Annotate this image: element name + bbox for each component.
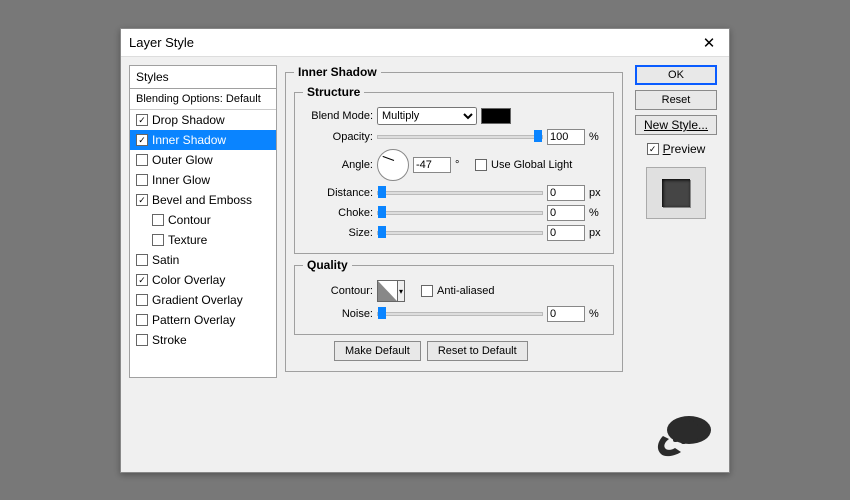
style-label: Drop Shadow — [152, 113, 225, 127]
blend-mode-select[interactable]: Multiply — [377, 107, 477, 125]
style-item-bevel-and-emboss[interactable]: Bevel and Emboss — [130, 190, 276, 210]
style-item-outer-glow[interactable]: Outer Glow — [130, 150, 276, 170]
reset-button[interactable]: Reset — [635, 90, 717, 110]
style-checkbox[interactable] — [152, 234, 164, 246]
style-item-satin[interactable]: Satin — [130, 250, 276, 270]
style-label: Color Overlay — [152, 273, 225, 287]
style-checkbox[interactable] — [136, 194, 148, 206]
noise-slider[interactable] — [377, 312, 543, 316]
style-item-pattern-overlay[interactable]: Pattern Overlay — [130, 310, 276, 330]
style-label: Outer Glow — [152, 153, 213, 167]
antialiased-label: Anti-aliased — [437, 285, 494, 297]
style-label: Gradient Overlay — [152, 293, 243, 307]
style-label: Bevel and Emboss — [152, 193, 252, 207]
style-item-texture[interactable]: Texture — [130, 230, 276, 250]
preview-label: Preview — [663, 142, 706, 156]
style-checkbox[interactable] — [136, 174, 148, 186]
chevron-down-icon[interactable]: ▾ — [397, 281, 404, 301]
angle-dial[interactable] — [377, 149, 409, 181]
shadow-color-swatch[interactable] — [481, 108, 511, 124]
contour-picker[interactable]: ▾ — [377, 280, 405, 302]
structure-title: Structure — [303, 85, 364, 99]
style-label: Inner Shadow — [152, 133, 226, 147]
style-checkbox[interactable] — [136, 334, 148, 346]
opacity-unit: % — [589, 131, 605, 143]
right-panel: OK Reset New Style... Preview — [631, 65, 721, 378]
noise-label: Noise: — [303, 308, 373, 320]
preview-checkbox[interactable] — [647, 143, 659, 155]
style-label: Inner Glow — [152, 173, 210, 187]
choke-input[interactable] — [547, 205, 585, 221]
distance-unit: px — [589, 187, 605, 199]
distance-input[interactable] — [547, 185, 585, 201]
choke-slider[interactable] — [377, 211, 543, 215]
quality-title: Quality — [303, 258, 352, 272]
new-style-button[interactable]: New Style... — [635, 115, 717, 135]
style-item-inner-glow[interactable]: Inner Glow — [130, 170, 276, 190]
style-checkbox[interactable] — [136, 294, 148, 306]
opacity-input[interactable] — [547, 129, 585, 145]
structure-group: Structure Blend Mode: Multiply Opacity: … — [294, 85, 614, 254]
choke-unit: % — [589, 207, 605, 219]
preview-thumbnail — [646, 167, 706, 219]
settings-panel: Inner Shadow Structure Blend Mode: Multi… — [285, 65, 623, 378]
style-checkbox[interactable] — [136, 114, 148, 126]
noise-unit: % — [589, 308, 605, 320]
style-checkbox[interactable] — [152, 214, 164, 226]
size-input[interactable] — [547, 225, 585, 241]
angle-input[interactable] — [413, 157, 451, 173]
use-global-light-checkbox[interactable] — [475, 159, 487, 171]
use-global-light-label: Use Global Light — [491, 159, 572, 171]
angle-unit: ° — [455, 159, 471, 171]
style-label: Contour — [168, 213, 211, 227]
close-icon[interactable]: ✕ — [697, 31, 721, 55]
choke-label: Choke: — [303, 207, 373, 219]
contour-label: Contour: — [303, 285, 373, 297]
watermark-logo — [645, 408, 717, 462]
inner-shadow-group: Inner Shadow Structure Blend Mode: Multi… — [285, 65, 623, 372]
noise-input[interactable] — [547, 306, 585, 322]
style-label: Satin — [152, 253, 179, 267]
make-default-button[interactable]: Make Default — [334, 341, 421, 361]
style-label: Stroke — [152, 333, 187, 347]
size-slider[interactable] — [377, 231, 543, 235]
blend-mode-label: Blend Mode: — [303, 110, 373, 122]
dialog-title: Layer Style — [129, 35, 194, 50]
antialiased-checkbox[interactable] — [421, 285, 433, 297]
styles-header[interactable]: Styles — [130, 66, 276, 89]
style-checkbox[interactable] — [136, 154, 148, 166]
distance-slider[interactable] — [377, 191, 543, 195]
reset-to-default-button[interactable]: Reset to Default — [427, 341, 528, 361]
size-label: Size: — [303, 227, 373, 239]
angle-label: Angle: — [303, 159, 373, 171]
opacity-label: Opacity: — [303, 131, 373, 143]
style-item-contour[interactable]: Contour — [130, 210, 276, 230]
style-checkbox[interactable] — [136, 254, 148, 266]
layer-style-dialog: Layer Style ✕ Styles Blending Options: D… — [120, 28, 730, 473]
style-item-color-overlay[interactable]: Color Overlay — [130, 270, 276, 290]
style-label: Pattern Overlay — [152, 313, 235, 327]
style-checkbox[interactable] — [136, 314, 148, 326]
quality-group: Quality Contour: ▾ Anti-aliased Noise: — [294, 258, 614, 335]
style-item-gradient-overlay[interactable]: Gradient Overlay — [130, 290, 276, 310]
style-item-stroke[interactable]: Stroke — [130, 330, 276, 350]
titlebar: Layer Style ✕ — [121, 29, 729, 57]
panel-title: Inner Shadow — [294, 65, 381, 79]
style-label: Texture — [168, 233, 207, 247]
styles-panel: Styles Blending Options: Default Drop Sh… — [129, 65, 277, 378]
style-checkbox[interactable] — [136, 274, 148, 286]
style-checkbox[interactable] — [136, 134, 148, 146]
ok-button[interactable]: OK — [635, 65, 717, 85]
distance-label: Distance: — [303, 187, 373, 199]
style-item-inner-shadow[interactable]: Inner Shadow — [130, 130, 276, 150]
style-item-drop-shadow[interactable]: Drop Shadow — [130, 110, 276, 130]
blending-options[interactable]: Blending Options: Default — [130, 89, 276, 110]
opacity-slider[interactable] — [377, 135, 543, 139]
size-unit: px — [589, 227, 605, 239]
